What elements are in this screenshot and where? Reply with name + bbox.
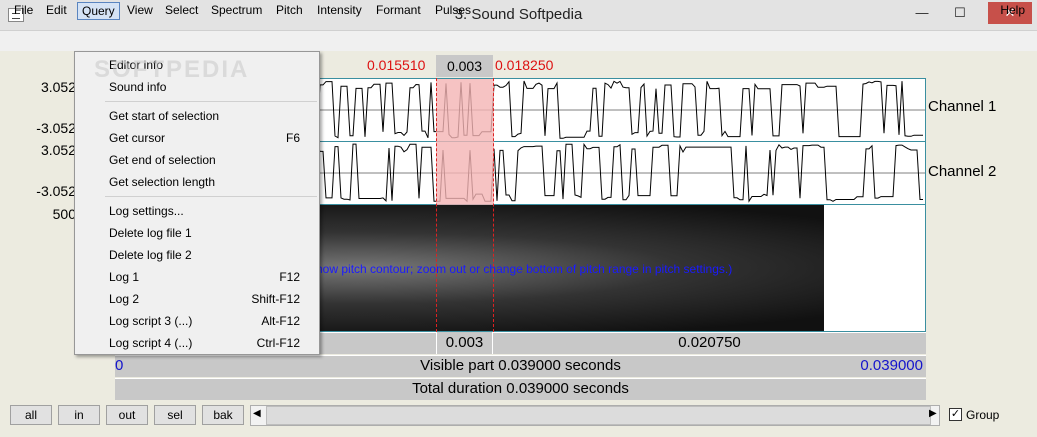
- menu-item-label: Get end of selection: [109, 153, 216, 167]
- menu-item-delete-log-1[interactable]: Delete log file 1: [76, 222, 320, 244]
- menu-item-label: Get cursor: [109, 131, 166, 145]
- total-duration-label: Total duration 0.039000 seconds: [412, 380, 629, 397]
- minimize-button[interactable]: —: [905, 2, 939, 24]
- menu-item-get-cursor[interactable]: Get cursor F6: [76, 127, 320, 149]
- menu-item-label: Delete log file 2: [109, 248, 192, 262]
- zoom-back-button[interactable]: bak: [202, 405, 244, 425]
- selection-end-time: 0.018250: [495, 57, 554, 73]
- menu-pulses[interactable]: Pulses: [431, 2, 475, 20]
- menu-item-label: Delete log file 1: [109, 226, 192, 240]
- menu-item-log-settings[interactable]: Log settings...: [76, 200, 320, 222]
- scroll-left-icon[interactable]: ◀: [253, 408, 261, 419]
- menu-item-label: Log settings...: [109, 204, 184, 218]
- after-selection-duration[interactable]: 0.020750: [494, 332, 925, 354]
- menu-item-label: Get start of selection: [109, 109, 220, 123]
- scroll-right-icon[interactable]: ▶: [929, 408, 937, 419]
- channel-1-label: Channel 1: [928, 98, 997, 115]
- menu-item-log-script-4[interactable]: Log script 4 (...) Ctrl-F12: [76, 332, 320, 354]
- selection-length-bottom[interactable]: 0.003: [436, 332, 493, 354]
- menu-spectrum[interactable]: Spectrum: [207, 2, 266, 20]
- visible-end: 0.039000: [860, 357, 923, 374]
- group-label: Group: [966, 408, 1000, 422]
- menu-intensity[interactable]: Intensity: [313, 2, 366, 20]
- menu-pitch[interactable]: Pitch: [272, 2, 307, 20]
- channel-2-label: Channel 2: [928, 163, 997, 180]
- menu-item-get-start[interactable]: Get start of selection: [76, 105, 320, 127]
- menu-item-label: Log 1: [109, 270, 140, 284]
- menu-select[interactable]: Select: [161, 2, 202, 20]
- ch2-ymax-label: 3.052: [40, 142, 76, 158]
- zoom-sel-button[interactable]: sel: [154, 405, 196, 425]
- zoom-all-button[interactable]: all: [10, 405, 52, 425]
- menu-edit[interactable]: Edit: [42, 2, 71, 20]
- menu-item-log-script-3[interactable]: Log script 3 (...) Alt-F12: [76, 310, 320, 332]
- maximize-button[interactable]: ☐: [943, 2, 977, 24]
- menu-bar: [0, 31, 1037, 51]
- menu-item-label: Log script 3 (...): [109, 314, 193, 328]
- ch1-ymax-label: 3.052: [40, 79, 76, 95]
- menu-item-shortcut: Alt-F12: [261, 314, 300, 328]
- menu-item-label: Get selection length: [109, 175, 216, 189]
- zoom-out-button[interactable]: out: [106, 405, 148, 425]
- menu-item-delete-log-2[interactable]: Delete log file 2: [76, 244, 320, 266]
- softpedia-watermark: SOFTPEDIA: [94, 56, 250, 83]
- ch2-ymin-label: -3.052: [36, 183, 76, 199]
- menu-file[interactable]: File: [10, 2, 37, 20]
- menu-help[interactable]: Help: [996, 2, 1029, 20]
- scrollbar-thumb[interactable]: [266, 406, 931, 425]
- menu-item-shortcut: Ctrl-F12: [256, 336, 300, 350]
- menu-item-log-2[interactable]: Log 2 Shift-F12: [76, 288, 320, 310]
- menu-formant[interactable]: Formant: [372, 2, 425, 20]
- spectrogram-ymax-label: 500: [52, 206, 76, 222]
- query-menu-dropdown: Editor info Sound info Get start of sele…: [74, 51, 320, 355]
- menu-view[interactable]: View: [123, 2, 157, 20]
- menu-query[interactable]: Query: [77, 2, 120, 20]
- menu-item-get-end[interactable]: Get end of selection: [76, 149, 320, 171]
- menu-separator: [105, 196, 317, 197]
- menu-item-shortcut: F6: [285, 131, 300, 145]
- menu-separator: [105, 101, 317, 102]
- visible-part-label: Visible part 0.039000 seconds: [420, 357, 621, 374]
- menu-item-label: Log 2: [109, 292, 140, 306]
- menu-item-log-1[interactable]: Log 1 F12: [76, 266, 320, 288]
- menu-item-label: Log script 4 (...): [109, 336, 193, 350]
- pitch-message: how pitch contour; zoom out or change bo…: [316, 262, 733, 276]
- group-checkbox[interactable]: ✓: [949, 408, 962, 421]
- selection-length-top[interactable]: 0.003: [436, 55, 493, 77]
- selection-start-time: 0.015510: [367, 57, 426, 73]
- menu-item-shortcut: F12: [279, 270, 300, 284]
- ch1-ymin-label: -3.052: [36, 120, 76, 136]
- zoom-in-button[interactable]: in: [58, 405, 100, 425]
- spectrogram-empty-region: [824, 205, 925, 331]
- menu-item-shortcut: Shift-F12: [251, 292, 300, 306]
- selection-end-line: [493, 78, 494, 332]
- selection-start-line: [436, 78, 437, 332]
- selection-highlight: [436, 79, 494, 205]
- menu-item-get-length[interactable]: Get selection length: [76, 171, 320, 193]
